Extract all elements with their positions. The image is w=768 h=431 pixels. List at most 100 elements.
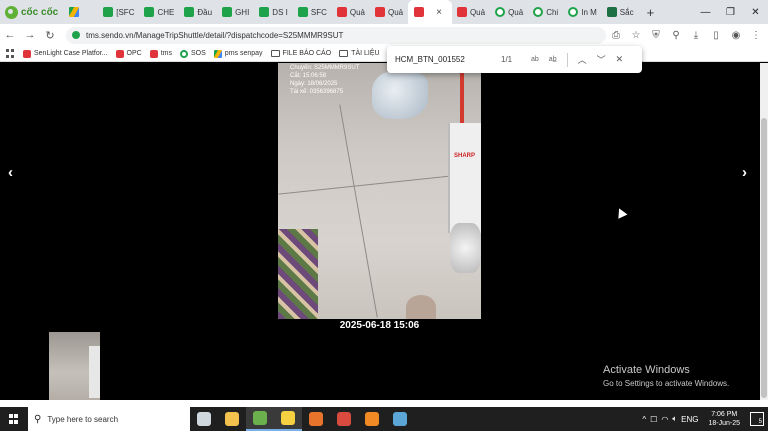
reload-button[interactable]: ↻: [40, 24, 60, 46]
tab[interactable]: Sắc: [602, 0, 639, 24]
sendo-favicon-icon: [336, 7, 347, 17]
download-icon[interactable]: ⤓: [686, 24, 706, 46]
close-window-button[interactable]: ✕: [743, 0, 768, 24]
find-bar: 1/1 ab ab̲ ︿ ﹀ ✕: [387, 46, 642, 73]
task-view-taskbar-button[interactable]: [190, 407, 218, 431]
file-explorer-taskbar-button[interactable]: [218, 407, 246, 431]
tab[interactable]: GHI: [217, 0, 254, 24]
find-close-button[interactable]: ✕: [616, 54, 624, 65]
sheets-favicon-icon: [259, 7, 270, 17]
bookmark-item[interactable]: pms senpay: [213, 49, 263, 58]
page-action-icon[interactable]: ⎙: [606, 24, 626, 46]
forward-button[interactable]: →: [20, 24, 40, 46]
bookmark-label: SenLight Case Platfor...: [34, 50, 108, 57]
tab[interactable]: Quả: [370, 0, 408, 24]
sheets-favicon-icon: [222, 7, 233, 17]
apps-grid-icon[interactable]: [6, 49, 15, 58]
tab[interactable]: Chi: [528, 0, 563, 24]
find-input[interactable]: [395, 55, 495, 64]
tab[interactable]: Quả: [452, 0, 490, 24]
close-tab-icon[interactable]: ×: [436, 7, 442, 18]
next-image-button[interactable]: ›: [742, 164, 747, 181]
app-blue-taskbar-button[interactable]: [386, 407, 414, 431]
excel-favicon-icon: [606, 7, 617, 17]
sidebar-icon[interactable]: ▯: [706, 24, 726, 46]
tab-label: [SFC: [116, 7, 135, 17]
screen: cốc cốc [SFC CHE Đầu GHI DS I SFC Quả Quả × Quả Qu…: [0, 0, 768, 431]
thumbnail-photo[interactable]: [49, 332, 100, 400]
tab-label: CHE: [157, 7, 175, 17]
firefox-like-taskbar-button[interactable]: [358, 407, 386, 431]
tab[interactable]: [64, 0, 98, 24]
ring-favicon-icon: [533, 7, 544, 17]
tab-label: DS I: [272, 7, 288, 17]
tab-label: Quả: [387, 7, 404, 17]
chrome-browser-taskbar-button[interactable]: [330, 407, 358, 431]
tab[interactable]: [SFC: [98, 0, 139, 24]
tab[interactable]: SFC: [293, 0, 332, 24]
tray-overflow-icon[interactable]: ^: [642, 415, 646, 424]
bookmark-star-icon[interactable]: ☆: [626, 24, 646, 46]
sheets-favicon-icon: [184, 7, 195, 17]
minimize-button[interactable]: —: [693, 0, 718, 24]
back-button[interactable]: ←: [0, 24, 20, 46]
bookmark-item[interactable]: tms: [149, 49, 172, 58]
volume-icon[interactable]: 🔈︎: [672, 414, 677, 424]
find-match-count: 1/1: [501, 55, 513, 64]
profile-icon[interactable]: ◉: [726, 24, 746, 46]
windows-taskbar: ⚲ Type here to search ^ ☐ ◠ 🔈︎ ENG 7:06 …: [0, 407, 768, 431]
new-tab-button[interactable]: +: [639, 0, 663, 24]
bookmark-item[interactable]: FILE BÁO CÁO: [270, 50, 331, 57]
site-info-icon[interactable]: [72, 31, 80, 39]
search-icon: ⚲: [34, 413, 42, 425]
match-case-toggle[interactable]: ab: [531, 56, 539, 63]
shield-icon[interactable]: ⛨: [646, 24, 666, 46]
taskbar-clock[interactable]: 7:06 PM 18-Jun-25: [702, 410, 746, 428]
scrollbar-thumb[interactable]: [761, 118, 767, 398]
find-next-button[interactable]: ﹀: [597, 53, 606, 66]
photo-stamp: Chuyến: S25MMMR9SUT Cắt: 15:06:58 Ngày: 18…: [290, 64, 359, 96]
url-text[interactable]: tms.sendo.vn/ManageTripShuttle/detail/?d…: [86, 31, 343, 40]
tab[interactable]: CHE: [139, 0, 179, 24]
tab-strip: cốc cốc [SFC CHE Đầu GHI DS I SFC Quả Quả × Quả Qu…: [0, 0, 768, 24]
browser-brand[interactable]: cốc cốc: [0, 0, 64, 24]
previous-image-button[interactable]: ‹: [8, 164, 13, 181]
wrapped-package: [450, 223, 481, 273]
language-indicator[interactable]: ENG: [681, 415, 698, 424]
coccoc-logo-icon: [5, 5, 18, 19]
task-view-icon: [197, 412, 211, 426]
network-icon[interactable]: ☐: [650, 415, 657, 424]
find-previous-button[interactable]: ︿: [578, 53, 587, 66]
bookmark-item[interactable]: SOS: [180, 49, 206, 58]
tab[interactable]: Quả: [332, 0, 370, 24]
tab[interactable]: Đầu: [179, 0, 217, 24]
coccoc-browser-icon: [253, 411, 267, 425]
firefox-like-icon: [365, 412, 379, 426]
page-scrollbar[interactable]: [760, 63, 768, 400]
address-bar[interactable]: tms.sendo.vn/ManageTripShuttle/detail/?d…: [66, 26, 606, 44]
bookmark-item[interactable]: OPC: [115, 49, 142, 58]
box-brand-label: SHARP: [454, 153, 476, 159]
main-photo[interactable]: SHARP Chuyến: S25MMMR9SUT Cắt: 15:06:58 Ng…: [278, 63, 481, 319]
tab[interactable]: DS I: [254, 0, 293, 24]
appliance-box: SHARP: [448, 123, 481, 233]
tab-active[interactable]: ×: [408, 0, 452, 24]
tab-label: SFC: [310, 7, 327, 17]
coccoc-browser-taskbar-button[interactable]: [246, 407, 274, 431]
taskbar-search[interactable]: ⚲ Type here to search: [28, 407, 190, 431]
notification-center-button[interactable]: 5: [750, 412, 764, 426]
app-orange-taskbar-button[interactable]: [302, 407, 330, 431]
restore-button[interactable]: ❐: [718, 0, 743, 24]
menu-icon[interactable]: ⋮: [746, 24, 766, 46]
bookmark-item[interactable]: TÀI LIỆU: [339, 50, 380, 57]
brand-name: cốc cốc: [21, 6, 59, 18]
wifi-icon[interactable]: ◠: [661, 415, 668, 424]
start-button[interactable]: [0, 407, 28, 431]
tab[interactable]: In M: [563, 0, 602, 24]
extensions-icon[interactable]: ⚲: [666, 24, 686, 46]
tab[interactable]: Quả: [490, 0, 528, 24]
whole-word-toggle[interactable]: ab̲: [549, 56, 557, 63]
sticky-notes-taskbar-button[interactable]: [274, 407, 302, 431]
bookmarks-bar: SenLight Case Platfor... OPC tms SOS pms sen…: [0, 46, 768, 62]
bookmark-item[interactable]: SenLight Case Platfor...: [23, 49, 108, 58]
